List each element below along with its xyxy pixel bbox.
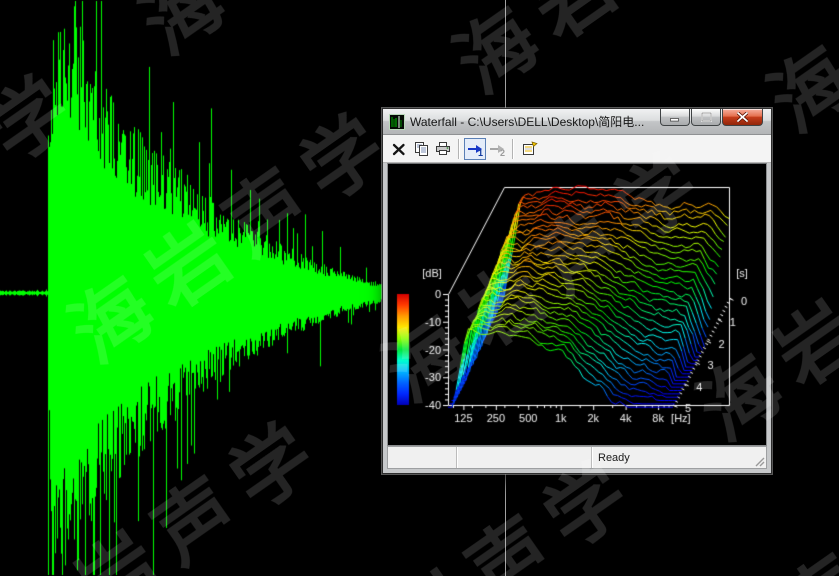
- waterfall-window: Waterfall - C:\Users\DELL\Desktop\简阳电...: [382, 108, 772, 474]
- maximize-button[interactable]: [691, 109, 721, 126]
- view-1-label: 1: [478, 148, 483, 158]
- view-1-button[interactable]: 1: [464, 138, 486, 160]
- print-icon: [435, 141, 451, 156]
- view-2-label: 2: [500, 148, 505, 158]
- window-title: Waterfall - C:\Users\DELL\Desktop\简阳电...: [410, 113, 644, 130]
- toolbar-separator: [512, 139, 514, 159]
- close-icon: [737, 112, 748, 122]
- statusbar: Ready: [387, 446, 767, 469]
- close-button[interactable]: [722, 109, 763, 126]
- status-pane-1: [388, 447, 457, 468]
- view-2-button[interactable]: 2: [486, 138, 508, 160]
- copy-button[interactable]: [410, 138, 432, 160]
- resize-grip[interactable]: [753, 455, 765, 467]
- properties-button[interactable]: [518, 138, 540, 160]
- toolbar-separator: [458, 139, 460, 159]
- delete-button[interactable]: [388, 138, 410, 160]
- status-pane-ready: Ready: [592, 447, 766, 468]
- delete-x-icon: [392, 142, 406, 156]
- caption-buttons: [659, 109, 763, 126]
- status-ready-text: Ready: [598, 452, 630, 464]
- minimize-button[interactable]: [660, 109, 690, 126]
- waterfall-3d-plot: [388, 164, 766, 446]
- status-pane-2: [457, 447, 592, 468]
- minimize-icon: [670, 113, 680, 122]
- copy-icon: [413, 141, 429, 156]
- properties-icon: [521, 141, 538, 156]
- toolbar: 1 2: [383, 135, 771, 163]
- waterfall-app-icon: [389, 114, 405, 130]
- titlebar[interactable]: Waterfall - C:\Users\DELL\Desktop\简阳电...: [383, 109, 771, 135]
- print-button[interactable]: [432, 138, 454, 160]
- plot-area: [387, 163, 767, 446]
- maximize-icon: [701, 112, 712, 122]
- screen: Waterfall - C:\Users\DELL\Desktop\简阳电...: [0, 0, 839, 576]
